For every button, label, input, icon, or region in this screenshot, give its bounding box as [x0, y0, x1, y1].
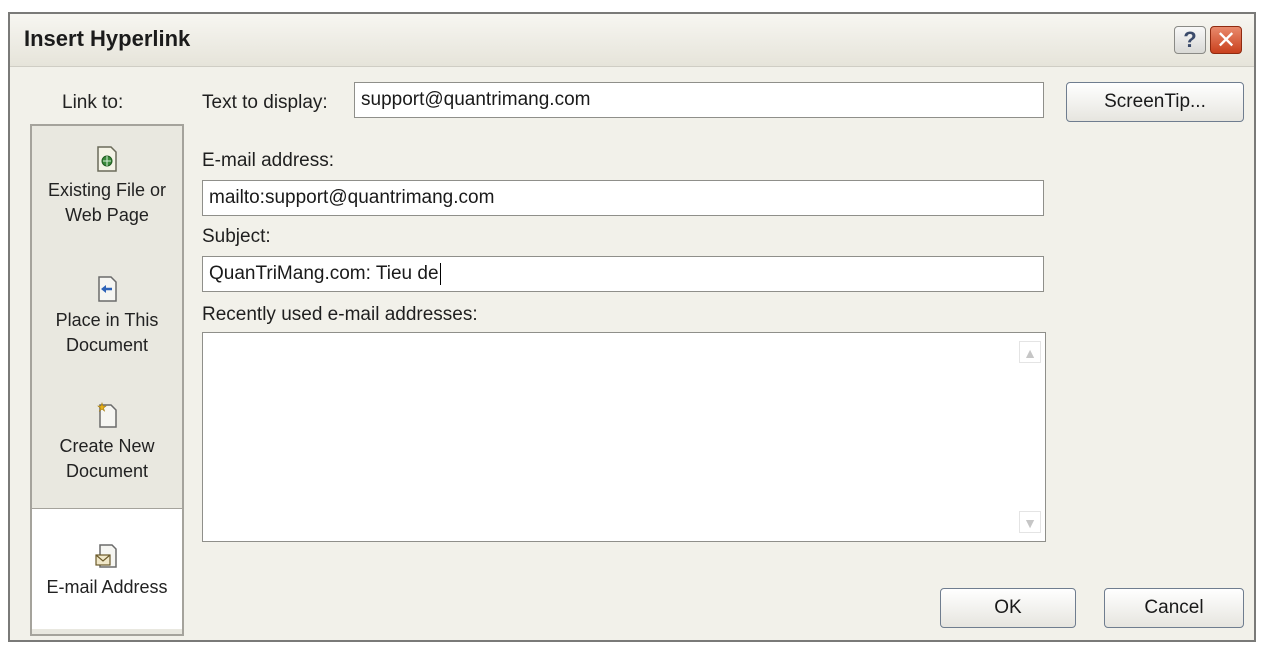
text-to-display-input[interactable]: support@quantrimang.com [354, 82, 1044, 118]
link-to-label: Link to: [62, 92, 124, 113]
sidebar-item-place-in-document[interactable]: Place in This Document [32, 276, 182, 358]
screentip-button[interactable]: ScreenTip... [1066, 82, 1244, 122]
sidebar-item-label: Create New [59, 436, 155, 456]
sidebar-item-label: E-mail Address [46, 577, 168, 597]
scroll-up-arrow-icon[interactable]: ▲ [1019, 341, 1041, 363]
dialog-title: Insert Hyperlink [24, 26, 191, 51]
email-icon [95, 544, 117, 568]
ok-button[interactable]: OK [940, 588, 1076, 628]
sidebar-item-existing-file[interactable]: Existing File or Web Page [32, 146, 182, 228]
help-button[interactable]: ? [1174, 26, 1206, 54]
sidebar-item-label: Existing File or [47, 180, 167, 200]
subject-label: Subject: [202, 226, 271, 247]
sidebar-item-label: Place in This [55, 310, 159, 330]
subject-input[interactable]: QuanTriMang.com: Tieu de [202, 256, 1044, 292]
sidebar-item-label: Document [65, 335, 149, 355]
document-place-icon [98, 276, 117, 302]
scroll-down-arrow-icon[interactable]: ▼ [1019, 511, 1041, 533]
web-page-icon [97, 146, 117, 172]
sidebar-item-email-address[interactable]: E-mail Address [32, 508, 182, 629]
title-bar[interactable]: Insert Hyperlink ? ✕ [10, 14, 1254, 67]
cancel-button[interactable]: Cancel [1104, 588, 1244, 628]
recent-email-addresses-label: Recently used e-mail addresses: [202, 304, 478, 325]
sidebar-item-label: Document [65, 461, 149, 481]
sidebar-item-create-new-document[interactable]: Create New Document [32, 402, 182, 484]
sidebar-item-label: Web Page [65, 205, 149, 225]
vertical-scrollbar[interactable]: ▲ ▼ [1015, 333, 1045, 541]
text-to-display-label: Text to display: [202, 92, 328, 113]
link-to-sidebar: Existing File or Web Page Place in This … [30, 124, 184, 636]
background-strip [0, 0, 1264, 8]
text-caret [439, 262, 441, 285]
new-document-icon [97, 402, 117, 428]
subject-input-text: QuanTriMang.com: Tieu de [209, 263, 439, 284]
insert-hyperlink-dialog: Insert Hyperlink ? ✕ Link to: Existing F… [8, 12, 1256, 642]
close-button[interactable]: ✕ [1210, 26, 1242, 54]
email-address-input[interactable]: mailto:support@quantrimang.com [202, 180, 1044, 216]
recent-email-addresses-list[interactable]: ▲ ▼ [202, 332, 1046, 542]
email-address-label: E-mail address: [202, 150, 334, 171]
